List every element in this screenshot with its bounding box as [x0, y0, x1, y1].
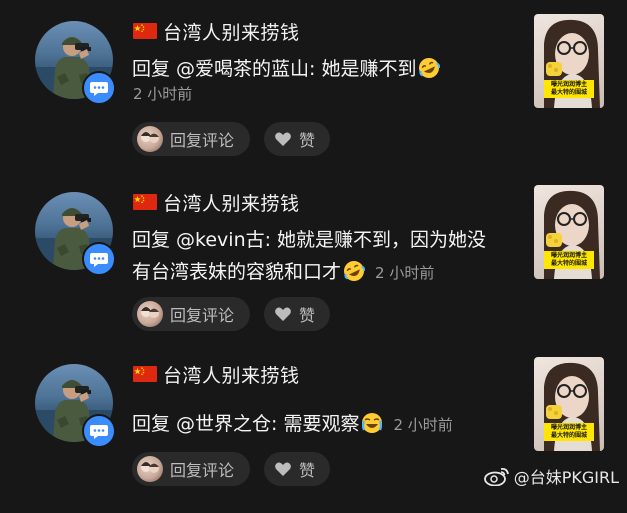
thumbnail-caption-line1: 曝光润润博主 — [550, 252, 587, 259]
comment-time: 2 小时前 — [393, 416, 453, 434]
comment-text-line2-wrap: 有台湾表妹的容貌和口才 2 小时前 — [132, 256, 507, 289]
rolling-laughing-emoji-icon — [344, 261, 366, 281]
comment-item-1: 台湾人别来捞钱 回复 @爱喝茶的蓝山: 她是赚不到 2 小时前 回复评论 赞 曝… — [0, 0, 627, 170]
video-thumbnail[interactable]: 曝光润润博主 最大特的围城 — [534, 357, 604, 451]
reply-avatar — [137, 301, 163, 327]
like-label: 赞 — [299, 306, 316, 325]
username[interactable]: 台湾人别来捞钱 — [163, 361, 300, 388]
thumbnail-caption: 曝光润润博主 最大特的围城 — [544, 423, 594, 441]
china-flag-icon — [133, 194, 157, 210]
heart-icon — [275, 462, 291, 476]
user-avatar-wrap[interactable] — [35, 192, 116, 276]
weibo-logo-icon — [483, 467, 509, 486]
name-row: 台湾人别来捞钱 — [133, 188, 300, 216]
like-label: 赞 — [299, 461, 316, 480]
comment-badge-icon — [82, 414, 116, 448]
weibo-watermark: @台妹PKGIRL — [483, 464, 619, 488]
thumbnail-caption-line2: 最大特的围城 — [550, 89, 587, 96]
comment-text-line2: 有台湾表妹的容貌和口才 — [132, 261, 342, 283]
like-button[interactable]: 赞 — [264, 297, 330, 331]
reply-avatar — [137, 456, 163, 482]
reply-comment-label: 回复评论 — [170, 461, 235, 480]
heart-icon — [275, 132, 291, 146]
comment-text: 回复 @世界之仓: 需要观察 2 小时前 — [132, 408, 507, 441]
comment-badge-icon — [82, 71, 116, 105]
username[interactable]: 台湾人别来捞钱 — [163, 18, 300, 45]
like-button[interactable]: 赞 — [264, 452, 330, 486]
user-avatar-wrap[interactable] — [35, 364, 116, 448]
laughing-crying-emoji-icon — [362, 413, 383, 433]
like-label: 赞 — [299, 131, 316, 150]
comment-text-line1: 回复 @kevin古: 她就是赚不到，因为她没 — [132, 229, 487, 251]
thumbnail-caption-line1: 曝光润润博主 — [550, 81, 587, 88]
username[interactable]: 台湾人别来捞钱 — [163, 189, 300, 216]
comment-text: 回复 @kevin古: 她就是赚不到，因为她没 有台湾表妹的容貌和口才 2 小时前 — [132, 224, 507, 289]
reply-comment-button[interactable]: 回复评论 — [132, 452, 250, 486]
video-thumbnail[interactable]: 曝光润润博主 最大特的围城 — [534, 14, 604, 108]
china-flag-icon — [133, 23, 157, 39]
comment-badge-icon — [82, 242, 116, 276]
name-row: 台湾人别来捞钱 — [133, 360, 300, 388]
comment-time: 2 小时前 — [375, 264, 435, 282]
reply-comment-button[interactable]: 回复评论 — [132, 297, 250, 331]
reply-comment-button[interactable]: 回复评论 — [132, 122, 250, 156]
reply-comment-label: 回复评论 — [170, 131, 235, 150]
user-avatar-wrap[interactable] — [35, 21, 116, 105]
watermark-text: @台妹PKGIRL — [513, 468, 619, 487]
thumbnail-caption-line2: 最大特的围城 — [550, 260, 587, 267]
heart-icon — [275, 307, 291, 321]
name-row: 台湾人别来捞钱 — [133, 17, 300, 45]
like-button[interactable]: 赞 — [264, 122, 330, 156]
comment-text: 回复 @爱喝茶的蓝山: 她是赚不到 — [132, 53, 507, 85]
thumbnail-caption-line2: 最大特的围城 — [550, 432, 587, 439]
reply-comment-label: 回复评论 — [170, 306, 235, 325]
thumbnail-caption: 曝光润润博主 最大特的围城 — [544, 80, 594, 98]
video-thumbnail[interactable]: 曝光润润博主 最大特的围城 — [534, 185, 604, 279]
thumbnail-caption: 曝光润润博主 最大特的围城 — [544, 251, 594, 269]
rolling-laughing-emoji-icon — [419, 58, 441, 78]
comment-text-content: 回复 @世界之仓: 需要观察 — [132, 413, 360, 435]
comment-text-content: 回复 @爱喝茶的蓝山: 她是赚不到 — [132, 58, 417, 80]
comment-item-2: 台湾人别来捞钱 回复 @kevin古: 她就是赚不到，因为她没 有台湾表妹的容貌… — [0, 171, 627, 341]
thumbnail-caption-line1: 曝光润润博主 — [550, 424, 587, 431]
reply-avatar — [137, 126, 163, 152]
china-flag-icon — [133, 366, 157, 382]
comment-time: 2 小时前 — [133, 85, 193, 103]
